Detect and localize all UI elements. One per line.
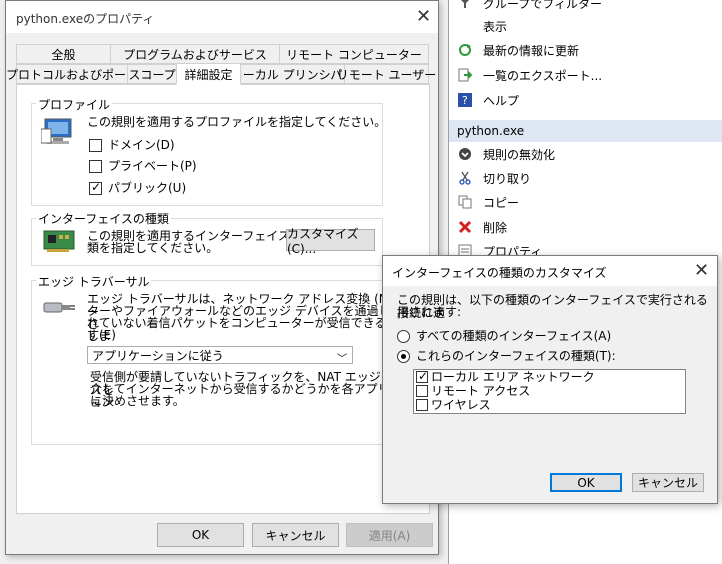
tab-label: リモート コンピューター [286, 47, 422, 62]
properties-dialog: python.exeのプロパティ ✕ 全般 プログラムおよびサービス リモート … [5, 0, 439, 555]
customize-description-line2: 用されます: [397, 305, 462, 319]
wireless-checkbox[interactable] [416, 399, 428, 411]
ok-button[interactable]: OK [550, 473, 622, 492]
dialog-title: python.exeのプロパティ [16, 12, 155, 26]
action-label: 表示 [483, 19, 508, 34]
button-label: キャンセル [637, 476, 698, 490]
profile-group-label: プロファイル [36, 96, 113, 113]
customize-interface-dialog: インターフェイスの種類のカスタマイズ ✕ この規則は、以下の種類のインターフェイ… [382, 255, 718, 504]
action-label: 切り取り [483, 171, 532, 186]
disable-icon [457, 146, 473, 162]
domain-label: ドメイン(D) [108, 138, 175, 152]
tab-programs-services[interactable]: プログラムおよびサービス [110, 44, 280, 64]
edge-traversal-select[interactable]: アプリケーションに従う ﹀ [87, 346, 353, 365]
interface-group-label: インターフェイスの種類 [36, 210, 171, 227]
export-icon [457, 67, 473, 83]
all-interfaces-label: すべての種類のインターフェイス(A) [416, 329, 612, 343]
these-interfaces-label: これらのインターフェイスの種類(T): [416, 349, 616, 363]
section-header: python.exe [449, 120, 722, 142]
tab-label: リモート ユーザー [336, 67, 437, 82]
edge-description-line4: す(E) [87, 328, 116, 342]
help-icon: ? [457, 92, 473, 108]
action-label: コピー [483, 195, 520, 210]
wireless-label: ワイヤレス [431, 398, 491, 412]
network-card-icon [43, 227, 77, 258]
remote-access-label: リモート アクセス [431, 384, 531, 398]
action-view[interactable]: 表示 [449, 15, 722, 37]
svg-text:?: ? [462, 94, 468, 107]
action-label: グループでフィルター [483, 0, 603, 11]
edge-description-line3: れていない着信パケットをコンピューターが受信できるようにしま [87, 316, 423, 343]
close-icon[interactable]: ✕ [416, 8, 431, 26]
cut-icon [457, 170, 473, 186]
action-filter[interactable]: グループでフィルター [449, 0, 722, 14]
profile-description: この規則を適用するプロファイルを指定してください。 [87, 115, 387, 129]
lan-label: ローカル エリア ネットワーク [431, 370, 595, 384]
domain-checkbox[interactable] [89, 139, 102, 152]
interface-type-list: ローカル エリア ネットワーク リモート アクセス ワイヤレス [413, 369, 686, 414]
refresh-icon [457, 42, 473, 58]
button-label: OK [191, 528, 210, 542]
private-label: プライベート(P) [108, 159, 197, 173]
public-label: パブリック(U) [108, 181, 187, 195]
all-interfaces-radio[interactable] [397, 330, 410, 343]
tab-remote-users[interactable]: リモート ユーザー [337, 64, 436, 84]
private-checkbox[interactable] [89, 160, 102, 173]
action-export[interactable]: 一覧のエクスポート... [449, 64, 722, 86]
button-label: OK [577, 475, 595, 490]
tab-label: 全般 [51, 47, 76, 62]
interface-description-line2: 類を指定してください。 [87, 241, 219, 255]
these-interfaces-radio[interactable] [397, 350, 410, 363]
tab-protocols-ports[interactable]: プロトコルおよびポート [6, 64, 138, 84]
button-label: カスタマイズ(C)... [287, 226, 359, 256]
tab-panel: プロファイル この規則を適用するプロファイルを指定してください。 ドメイン(D)… [16, 84, 430, 514]
customize-button[interactable]: カスタマイズ(C)... [286, 227, 375, 256]
chevron-down-icon: ﹀ [337, 354, 347, 365]
title-bar: インターフェイスの種類のカスタマイズ ✕ [383, 256, 717, 286]
action-refresh[interactable]: 最新の情報に更新 [449, 39, 722, 61]
action-label: 最新の情報に更新 [483, 43, 580, 58]
tab-label: プロトコルおよびポート [6, 67, 139, 82]
action-label: 一覧のエクスポート... [483, 68, 603, 83]
lan-checkbox[interactable] [416, 369, 428, 383]
tab-remote-computers[interactable]: リモート コンピューター [279, 44, 429, 64]
apply-button[interactable]: 適用(A) [346, 523, 433, 547]
tab-general[interactable]: 全般 [16, 44, 111, 64]
dialog-title: インターフェイスの種類のカスタマイズ [392, 266, 607, 280]
filter-icon [457, 0, 473, 11]
action-cut[interactable]: 切り取り [449, 167, 722, 189]
action-help[interactable]: ? ヘルプ [449, 89, 722, 111]
tab-local-principals[interactable]: ローカル プリンシパル [231, 64, 354, 84]
button-label: 適用(A) [368, 528, 411, 543]
action-disable-rule[interactable]: 規則の無効化 [449, 143, 722, 165]
select-value: アプリケーションに従う [92, 348, 224, 363]
action-copy[interactable]: コピー [449, 191, 722, 213]
tab-advanced[interactable]: 詳細設定 [176, 63, 241, 85]
profile-icon [40, 117, 75, 150]
public-checkbox[interactable] [89, 180, 102, 195]
action-label: 削除 [483, 220, 508, 235]
action-delete[interactable]: 削除 [449, 216, 722, 238]
title-bar: python.exeのプロパティ ✕ [6, 1, 438, 33]
action-label: ヘルプ [483, 93, 520, 108]
close-icon[interactable]: ✕ [694, 262, 709, 280]
tab-label: 詳細設定 [184, 67, 233, 82]
tab-label: ローカル プリンシパル [230, 67, 355, 82]
plug-icon [42, 295, 76, 322]
tab-label: プログラムおよびサービス [123, 47, 267, 62]
action-label: 規則の無効化 [483, 147, 556, 162]
cancel-button[interactable]: キャンセル [252, 523, 339, 547]
edge-traversal-group-label: エッジ トラバーサル [36, 273, 152, 290]
cancel-button[interactable]: キャンセル [632, 473, 704, 492]
section-title: python.exe [457, 124, 525, 138]
button-label: キャンセル [265, 528, 326, 543]
remote-access-checkbox[interactable] [416, 385, 428, 397]
delete-icon [457, 219, 473, 235]
tab-scope[interactable]: スコープ [127, 64, 177, 84]
edge-note-line3: に決めさせます。 [90, 394, 185, 408]
ok-button[interactable]: OK [157, 523, 244, 547]
tab-label: スコープ [128, 67, 176, 82]
copy-icon [457, 194, 473, 210]
blank-icon [457, 18, 473, 34]
